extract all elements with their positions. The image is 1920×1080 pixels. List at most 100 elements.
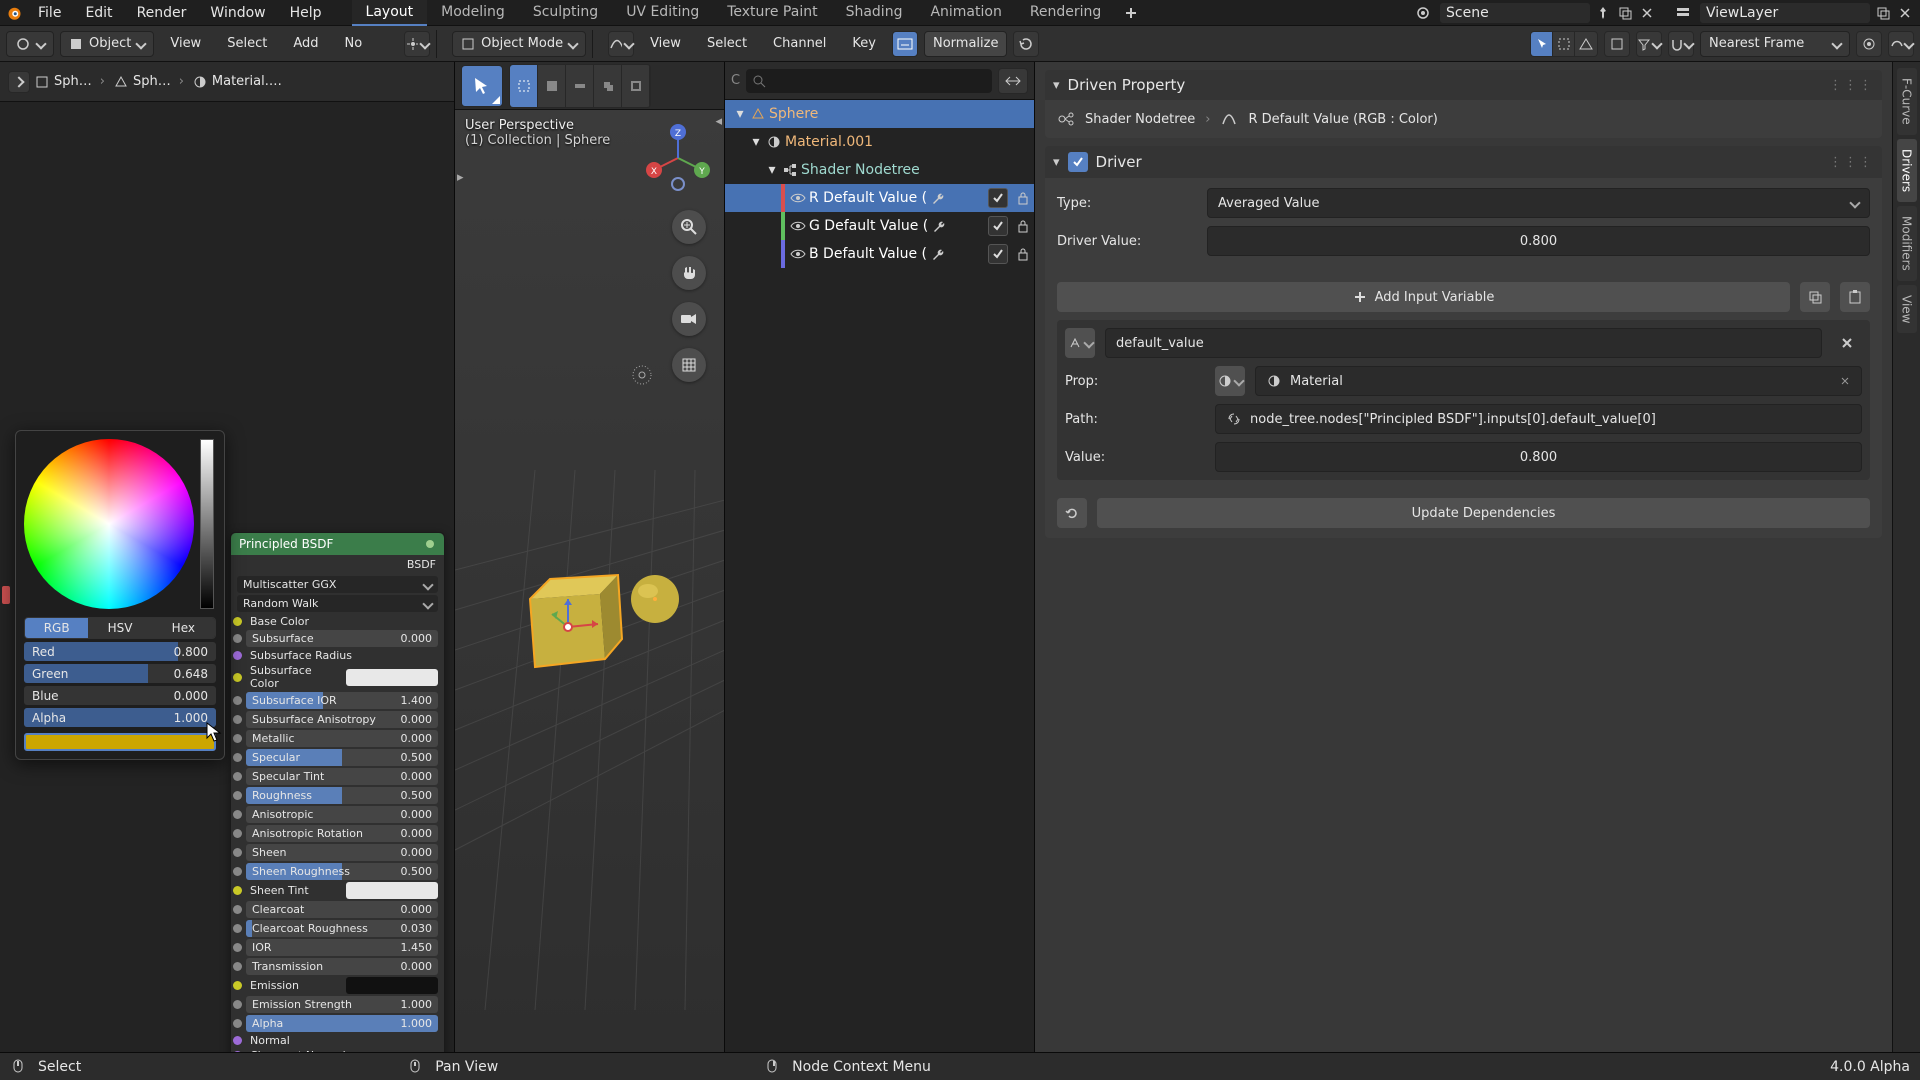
node-dist-dropdown[interactable]: Multiscatter GGX [237, 576, 438, 593]
lock-icon[interactable] [1012, 191, 1034, 205]
prop-target-dropdown[interactable]: Material [1255, 366, 1862, 396]
node-input-emission[interactable]: Emission [231, 976, 444, 995]
workspace-modeling[interactable]: Modeling [427, 0, 519, 26]
snap-mode-dropdown[interactable]: Nearest Frame [1700, 31, 1850, 57]
id-type-icon[interactable] [1215, 366, 1245, 396]
channel-g-default-value-[interactable]: G Default Value ( [725, 212, 1034, 240]
mute-checkbox[interactable] [988, 244, 1008, 264]
normalize-toggle-icon[interactable] [892, 31, 918, 57]
color-slider-green[interactable]: Green0.648 [24, 664, 216, 683]
color-slider-blue[interactable]: Blue0.000 [24, 686, 216, 705]
channel-expand-icon[interactable] [998, 68, 1028, 94]
select-mode-invert[interactable] [622, 65, 650, 107]
lock-icon[interactable] [1012, 247, 1034, 261]
lock-icon[interactable] [1012, 219, 1034, 233]
select-menu[interactable]: Select [217, 32, 277, 55]
toolbar-toggle-icon[interactable]: ▸ [457, 170, 464, 185]
var-name-input[interactable]: default_value [1105, 328, 1822, 358]
box-select-icon[interactable] [1553, 32, 1575, 56]
tab-modifiers[interactable]: Modifiers [1897, 206, 1917, 281]
workspace-shading[interactable]: Shading [832, 0, 917, 26]
create-icon[interactable] [1888, 31, 1914, 57]
node-input-base-color[interactable]: Base Color [231, 614, 444, 629]
channel-r-default-value-[interactable]: R Default Value ( [725, 184, 1034, 212]
color-slider-alpha[interactable]: Alpha1.000 [24, 708, 216, 727]
node-input-ior[interactable]: IOR1.450 [231, 938, 444, 957]
select-mode-subtract[interactable] [566, 65, 594, 107]
copy-scene-icon[interactable] [1616, 4, 1634, 22]
node-input-clearcoat-roughness[interactable]: Clearcoat Roughness0.030 [231, 919, 444, 938]
node-input-anisotropic-rotation[interactable]: Anisotropic Rotation0.000 [231, 824, 444, 843]
object-mode-dropdown[interactable]: Object [60, 31, 154, 57]
pivot-icon[interactable] [404, 31, 430, 57]
tab-drivers[interactable]: Drivers [1897, 139, 1917, 202]
tab-rgb[interactable]: RGB [25, 618, 88, 638]
menu-window[interactable]: Window [198, 5, 277, 21]
interaction-mode-dropdown[interactable]: Object Mode [452, 31, 586, 57]
wrench-icon[interactable] [927, 191, 949, 205]
principled-bsdf-node[interactable]: Principled BSDF BSDF Multiscatter GGX Ra… [230, 532, 445, 1052]
editor-type-dropdown[interactable] [6, 31, 54, 57]
node-input-clearcoat[interactable]: Clearcoat0.000 [231, 900, 444, 919]
crumb-home-icon[interactable] [8, 71, 30, 93]
node-input-emission-strength[interactable]: Emission Strength1.000 [231, 995, 444, 1014]
node-input-specular-tint[interactable]: Specular Tint0.000 [231, 767, 444, 786]
node-input-clearcoat-normal[interactable]: Clearcoat Normal [231, 1048, 444, 1052]
tab-view[interactable]: View [1897, 285, 1917, 333]
wrench-icon[interactable] [928, 219, 950, 233]
workspace-rendering[interactable]: Rendering [1016, 0, 1116, 26]
menu-help[interactable]: Help [278, 5, 334, 21]
workspace-uv-editing[interactable]: UV Editing [612, 0, 713, 26]
channel-b-default-value-[interactable]: B Default Value ( [725, 240, 1034, 268]
channel-search-input[interactable] [746, 69, 992, 93]
color-slider-red[interactable]: Red0.800 [24, 642, 216, 661]
node-output-socket-icon[interactable] [424, 538, 436, 550]
sidebar-toggle-icon[interactable]: ◂ [715, 114, 722, 129]
node-editor-canvas[interactable]: RGB HSV Hex Red0.800Green0.648Blue0.000A… [0, 102, 454, 1052]
node-menu[interactable]: No [334, 32, 372, 55]
node-input-metallic[interactable]: Metallic0.000 [231, 729, 444, 748]
breadcrumb-sphere2[interactable]: Sph… [133, 74, 171, 89]
var-type-icon[interactable] [1065, 328, 1095, 358]
select-mode-extend[interactable] [538, 65, 566, 107]
node-sss-dropdown[interactable]: Random Walk [237, 595, 438, 612]
view-menu[interactable]: View [160, 32, 211, 55]
proportional-icon[interactable] [1856, 31, 1882, 57]
channel-shader-nodetree[interactable]: ▾Shader Nodetree [725, 156, 1034, 184]
driver-enable-checkbox[interactable] [1068, 152, 1088, 172]
node-input-subsurface[interactable]: Subsurface0.000 [231, 629, 444, 648]
rna-path-input[interactable]: node_tree.nodes["Principled BSDF"].input… [1215, 404, 1862, 434]
add-menu[interactable]: Add [283, 32, 328, 55]
channel-material-001[interactable]: ▾Material.001 [725, 128, 1034, 156]
node-input-transmission[interactable]: Transmission0.000 [231, 957, 444, 976]
delete-viewlayer-icon[interactable] [1896, 4, 1914, 22]
node-input-alpha[interactable]: Alpha1.000 [231, 1014, 444, 1033]
node-input-specular[interactable]: Specular0.500 [231, 748, 444, 767]
node-input-sheen[interactable]: Sheen0.000 [231, 843, 444, 862]
menu-render[interactable]: Render [125, 5, 199, 21]
var-delete-icon[interactable] [1832, 328, 1862, 358]
value-slider[interactable] [200, 439, 214, 609]
color-swatch[interactable] [24, 733, 216, 751]
tab-hsv[interactable]: HSV [88, 618, 151, 638]
node-input-subsurface-radius[interactable]: Subsurface Radius [231, 648, 444, 663]
channel-menu[interactable]: Channel [763, 32, 836, 55]
node-input-roughness[interactable]: Roughness0.500 [231, 786, 444, 805]
auto-normalize-icon[interactable] [1013, 31, 1039, 57]
light-icon[interactable] [629, 362, 655, 388]
cursor-select-icon[interactable] [1531, 32, 1553, 56]
breadcrumb-sphere[interactable]: Sph… [54, 74, 92, 89]
menu-edit[interactable]: Edit [73, 5, 124, 21]
workspace-animation[interactable]: Animation [916, 0, 1015, 26]
3d-viewport[interactable]: User Perspective (1) Collection | Sphere… [455, 62, 725, 1052]
viewlayer-name-field[interactable]: ViewLayer [1700, 3, 1870, 23]
node-input-sheen-roughness[interactable]: Sheen Roughness0.500 [231, 862, 444, 881]
scene-name-field[interactable]: Scene [1440, 3, 1590, 23]
update-dependencies-button[interactable]: Update Dependencies [1097, 498, 1870, 528]
filter-icon[interactable] [1636, 31, 1662, 57]
node-input-subsurface-color[interactable]: Subsurface Color [231, 663, 444, 691]
select-box-tool[interactable] [461, 65, 503, 107]
hue-wheel[interactable] [24, 439, 194, 609]
breadcrumb-material[interactable]: Material.… [212, 74, 282, 89]
snap-toggle-icon[interactable] [1668, 31, 1694, 57]
